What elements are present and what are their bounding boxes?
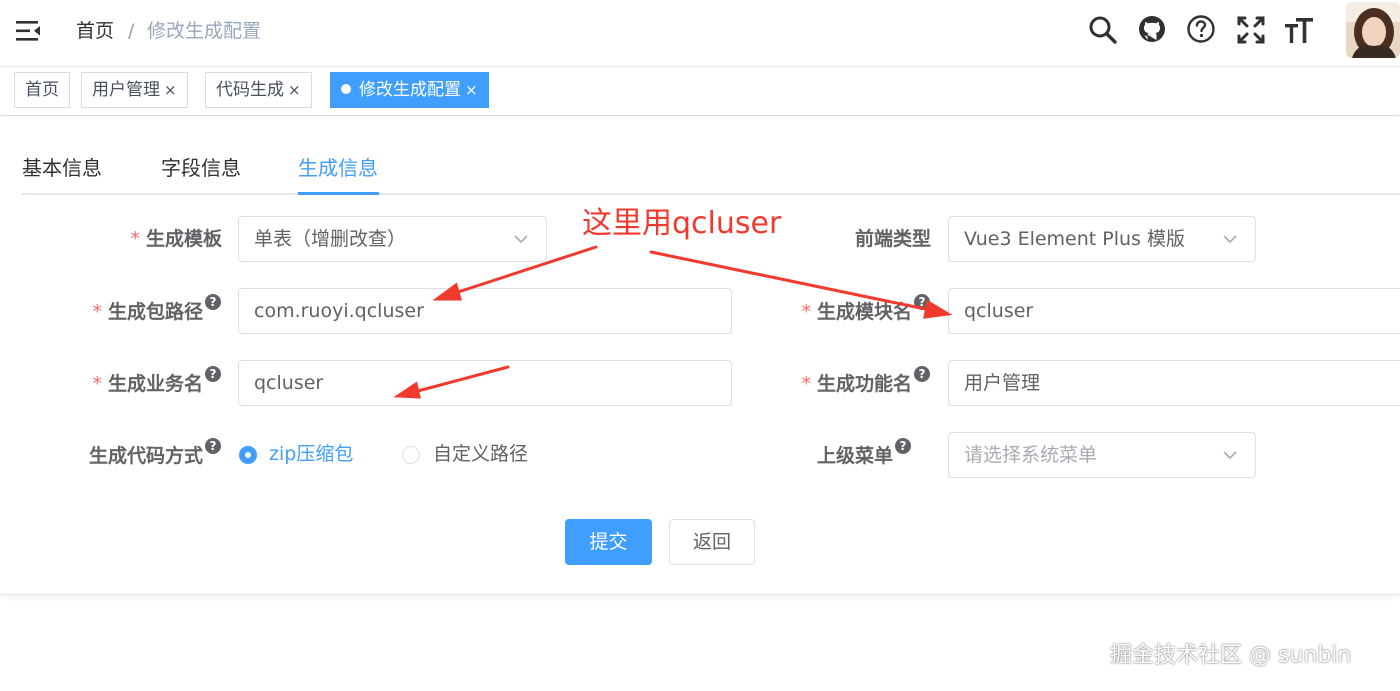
module-name-input[interactable]: qcluser xyxy=(948,288,1400,334)
parent-menu-select[interactable]: 请选择系统菜单 xyxy=(948,432,1256,478)
breadcrumb-home[interactable]: 首页 xyxy=(76,17,114,45)
tag-label: 代码生成 xyxy=(216,80,284,100)
help-icon[interactable]: ? xyxy=(205,294,221,310)
fullscreen-icon[interactable] xyxy=(1236,15,1266,45)
radio-zip-label[interactable]: zip压缩包 xyxy=(269,440,353,468)
package-label: * 生成包路径? xyxy=(92,294,221,326)
tag-home[interactable]: 首页 xyxy=(14,72,70,108)
close-icon[interactable]: × xyxy=(288,81,301,99)
tag-label: 用户管理 xyxy=(92,80,160,100)
chevron-down-icon xyxy=(1223,451,1237,460)
text-size-icon[interactable] xyxy=(1284,15,1314,45)
watermark: 掘金技术社区 @ sunbin xyxy=(1110,643,1352,668)
tabs-divider xyxy=(22,193,1400,195)
help-icon[interactable]: ? xyxy=(205,438,221,454)
radio-custom-path-label[interactable]: 自定义路径 xyxy=(433,440,528,468)
parent-menu-label: 上级菜单? xyxy=(817,438,911,470)
help-icon[interactable]: ? xyxy=(205,366,221,382)
radio-zip[interactable] xyxy=(239,446,257,464)
tag-code-gen[interactable]: 代码生成 × xyxy=(205,72,312,108)
tab-basic-info[interactable]: 基本信息 xyxy=(22,153,102,183)
package-path-input[interactable]: com.ruoyi.qcluser xyxy=(238,288,732,334)
top-navbar: 首页 / 修改生成配置 xyxy=(0,0,1400,67)
tag-user-management[interactable]: 用户管理 × xyxy=(81,72,188,108)
radio-custom-path[interactable] xyxy=(402,446,420,464)
tpl-select[interactable]: 单表（增删改查） xyxy=(238,216,547,262)
breadcrumb-separator: / xyxy=(128,20,135,42)
gentype-label: 生成代码方式? xyxy=(89,438,221,470)
active-dot-icon xyxy=(341,84,351,94)
chevron-down-icon xyxy=(514,235,528,244)
function-label: * 生成功能名? xyxy=(801,366,930,398)
search-icon[interactable] xyxy=(1088,15,1118,45)
required-mark: * xyxy=(130,228,140,250)
tags-view: 首页 用户管理 × 代码生成 × 修改生成配置 × xyxy=(0,67,1400,116)
hamburger-menu-icon[interactable] xyxy=(16,17,42,45)
tab-field-info[interactable]: 字段信息 xyxy=(161,153,241,183)
close-icon[interactable]: × xyxy=(164,81,177,99)
question-icon[interactable] xyxy=(1186,14,1216,44)
annotation-text: 这里用qcluser xyxy=(582,206,782,241)
frontend-label: 前端类型 xyxy=(854,228,931,250)
help-icon[interactable]: ? xyxy=(914,366,930,382)
github-icon[interactable] xyxy=(1137,14,1167,44)
chevron-down-icon xyxy=(1223,235,1237,244)
help-icon[interactable]: ? xyxy=(914,294,930,310)
frontend-select[interactable]: Vue3 Element Plus 模版 xyxy=(948,216,1256,262)
help-icon[interactable]: ? xyxy=(895,438,911,454)
avatar[interactable] xyxy=(1346,2,1400,58)
module-label: * 生成模块名? xyxy=(801,294,930,326)
function-name-input[interactable]: 用户管理 xyxy=(948,360,1400,406)
back-button[interactable]: 返回 xyxy=(669,519,755,565)
tag-label: 修改生成配置 xyxy=(359,80,461,100)
tpl-label: * 生成模板 xyxy=(130,228,222,250)
tag-edit-gen-config[interactable]: 修改生成配置 × xyxy=(330,72,489,108)
close-icon[interactable]: × xyxy=(465,81,478,99)
submit-button[interactable]: 提交 xyxy=(565,519,652,565)
active-tab-indicator xyxy=(298,192,379,195)
business-label: * 生成业务名? xyxy=(92,366,221,398)
tag-label: 首页 xyxy=(25,80,59,100)
business-name-input[interactable]: qcluser xyxy=(238,360,732,406)
tab-gen-info[interactable]: 生成信息 xyxy=(298,153,378,183)
breadcrumb-current: 修改生成配置 xyxy=(147,20,262,42)
